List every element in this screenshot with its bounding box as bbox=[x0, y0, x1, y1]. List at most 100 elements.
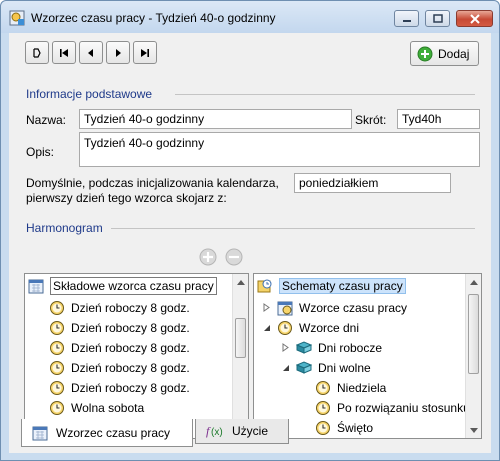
go-next-button[interactable] bbox=[106, 41, 130, 64]
pattern-icon bbox=[277, 301, 293, 315]
first-day-label-line1: Domyślnie, podczas inicjalizowania kalen… bbox=[26, 176, 279, 190]
tab-work-pattern-label: Wzorzec czasu pracy bbox=[56, 425, 171, 440]
tree-node-label: Dni robocze bbox=[318, 340, 383, 355]
list-item[interactable]: Dzień roboczy 8 godz. bbox=[49, 298, 190, 317]
go-last-button[interactable] bbox=[133, 41, 157, 64]
toolbar: Dodaj bbox=[9, 33, 491, 73]
clock-icon bbox=[50, 320, 64, 335]
tree-node[interactable]: Wzorce dni bbox=[262, 318, 359, 337]
arrow-left-icon bbox=[88, 48, 93, 57]
function-icon: f (x) bbox=[206, 424, 223, 438]
tab-usage[interactable]: f (x) Użycie bbox=[195, 419, 289, 444]
tab-usage-label: Użycie bbox=[232, 424, 269, 438]
book-icon bbox=[296, 340, 312, 354]
plus-circle-icon bbox=[417, 46, 433, 61]
clock-icon bbox=[50, 300, 64, 315]
list-item[interactable]: Dzień roboczy 8 godz. bbox=[49, 338, 190, 357]
tab-work-pattern[interactable]: Wzorzec czasu pracy bbox=[21, 419, 193, 447]
go-first-button[interactable] bbox=[52, 41, 76, 64]
tree-node-label: Wzorce czasu pracy bbox=[299, 300, 408, 315]
clock-icon bbox=[50, 400, 64, 415]
tree-node[interactable]: Dni wolne bbox=[281, 358, 371, 377]
tree-node[interactable]: Wzorce czasu pracy bbox=[262, 298, 407, 317]
scroll-up-arrow[interactable] bbox=[233, 274, 248, 290]
skip-forward-icon bbox=[141, 48, 149, 57]
clock-icon bbox=[316, 380, 330, 395]
short-name-input[interactable]: Tyd40h bbox=[397, 109, 480, 129]
description-input[interactable]: Tydzień 40-o godzinny bbox=[79, 132, 480, 167]
first-day-input[interactable]: poniedziałkiem bbox=[294, 173, 451, 193]
tree-node[interactable]: Po rozwiązaniu stosunku bbox=[300, 398, 470, 417]
schedule-section-title: Harmonogram bbox=[26, 221, 103, 235]
book-icon bbox=[296, 360, 312, 374]
schemes-root-label: Schematy czasu pracy bbox=[279, 277, 406, 294]
list-item-label: Dzień roboczy 8 godz. bbox=[71, 300, 190, 315]
collapse-arrow-icon[interactable] bbox=[262, 323, 271, 332]
schemes-tree-root[interactable]: Schematy czasu pracy bbox=[257, 276, 406, 295]
list-item[interactable]: Dzień roboczy 8 godz. bbox=[49, 378, 190, 397]
name-label: Nazwa: bbox=[26, 113, 67, 127]
list-item[interactable]: Dzień roboczy 8 godz. bbox=[49, 358, 190, 377]
form-panel: Informacje podstawowe Nazwa: Tydzień 40-… bbox=[15, 73, 485, 439]
components-tree-header-label: Składowe wzorca czasu pracy bbox=[50, 276, 217, 295]
schemes-icon bbox=[257, 279, 272, 292]
expand-arrow-icon[interactable] bbox=[281, 343, 290, 352]
minimize-icon bbox=[402, 19, 411, 22]
clock-icon bbox=[316, 400, 330, 415]
schemes-scrollbar[interactable] bbox=[465, 274, 481, 438]
expand-arrow-icon[interactable] bbox=[262, 303, 271, 312]
add-button-label: Dodaj bbox=[438, 46, 470, 61]
arrow-right-icon bbox=[116, 48, 121, 57]
schemes-tree[interactable]: Schematy czasu pracy Wzorce czasu pracy W… bbox=[253, 273, 482, 439]
maximize-button[interactable] bbox=[425, 10, 450, 27]
first-day-label-line2: pierwszy dzień tego wzorca skojarz z: bbox=[26, 191, 227, 205]
window-title: Wzorzec czasu pracy - Tydzień 40-o godzi… bbox=[31, 11, 276, 25]
minus-circle-icon bbox=[225, 248, 243, 266]
plus-circle-icon bbox=[199, 248, 217, 266]
components-tree-header[interactable]: Składowe wzorca czasu pracy bbox=[28, 276, 217, 295]
list-item[interactable]: Dzień roboczy 8 godz. bbox=[49, 318, 190, 337]
clock-icon bbox=[278, 320, 292, 335]
remove-component-button[interactable] bbox=[223, 246, 245, 268]
components-scrollbar[interactable] bbox=[232, 274, 248, 438]
skip-back-icon bbox=[60, 48, 68, 57]
tree-node[interactable]: Niedziela bbox=[300, 378, 386, 397]
section-divider bbox=[175, 94, 475, 95]
maximize-icon bbox=[432, 14, 443, 23]
description-label: Opis: bbox=[26, 145, 55, 159]
client-area: Dodaj Informacje podstawowe Nazwa: Tydzi… bbox=[9, 33, 491, 453]
first-page-icon bbox=[33, 47, 41, 58]
tree-node-label: Niedziela bbox=[337, 380, 387, 395]
chevron-up-icon bbox=[237, 279, 245, 285]
scroll-thumb[interactable] bbox=[468, 294, 479, 374]
scroll-thumb[interactable] bbox=[235, 318, 246, 358]
minimize-button[interactable] bbox=[394, 10, 419, 27]
list-item-label: Dzień roboczy 8 godz. bbox=[71, 360, 190, 375]
app-window: Wzorzec czasu pracy - Tydzień 40-o godzi… bbox=[0, 0, 500, 461]
close-icon bbox=[469, 13, 480, 24]
name-input[interactable]: Tydzień 40-o godzinny bbox=[79, 109, 352, 129]
go-previous-button[interactable] bbox=[79, 41, 103, 64]
list-item-label: Dzień roboczy 8 godz. bbox=[71, 340, 190, 355]
calendar-icon bbox=[32, 426, 48, 440]
add-button[interactable]: Dodaj bbox=[410, 41, 479, 66]
list-item-label: Dzień roboczy 8 godz. bbox=[71, 320, 190, 335]
app-icon bbox=[9, 10, 25, 26]
clock-icon bbox=[50, 340, 64, 355]
tree-node[interactable]: Dni robocze bbox=[281, 338, 382, 357]
components-tree[interactable]: Składowe wzorca czasu pracy Dzień robocz… bbox=[24, 273, 249, 439]
close-button[interactable] bbox=[456, 10, 493, 27]
short-name-label: Skrót: bbox=[355, 113, 387, 127]
chevron-up-icon bbox=[470, 279, 478, 285]
tree-node-label: Dni wolne bbox=[318, 360, 371, 375]
scroll-up-arrow[interactable] bbox=[466, 274, 481, 290]
clock-icon bbox=[50, 380, 64, 395]
add-component-button[interactable] bbox=[197, 246, 219, 268]
section-divider bbox=[111, 228, 475, 229]
collapse-arrow-icon[interactable] bbox=[281, 363, 290, 372]
list-item[interactable]: Wolna sobota bbox=[49, 398, 144, 417]
first-record-button[interactable] bbox=[25, 41, 49, 64]
svg-text:(x): (x) bbox=[211, 427, 223, 438]
